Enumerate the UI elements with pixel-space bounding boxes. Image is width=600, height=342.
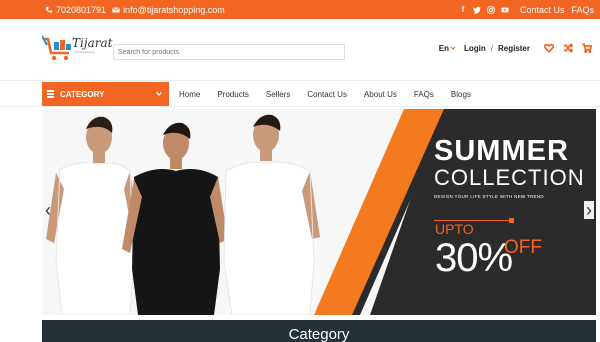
phone-number: 7020801791 xyxy=(56,4,107,15)
nav-blogs[interactable]: Blogs xyxy=(451,90,471,99)
email-address: info@tijaratshopping.com xyxy=(123,4,225,15)
header-icons xyxy=(544,43,592,53)
wishlist-heart-icon[interactable] xyxy=(544,43,554,53)
site-logo[interactable]: Tijarat Tijaratshopping xyxy=(41,33,112,67)
header-actions: En Login / Register xyxy=(439,43,592,53)
banner-title-collection: COLLECTION xyxy=(434,165,585,190)
youtube-icon[interactable] xyxy=(501,6,509,14)
category-label: CATEGORY xyxy=(60,89,105,99)
model-image-2 xyxy=(122,122,228,315)
nav-home[interactable]: Home xyxy=(179,90,200,99)
header: Tijarat Tijaratshopping En Login / Regis… xyxy=(0,19,600,81)
register-link[interactable]: Register xyxy=(498,44,530,53)
model-image-3 xyxy=(223,114,320,315)
banner-text: SUMMER COLLECTION DESIGN YOUR LIFE STYLE… xyxy=(434,135,585,280)
email-item[interactable]: info@tijaratshopping.com xyxy=(112,5,225,15)
nav-products[interactable]: Products xyxy=(217,90,249,99)
hero-banner[interactable]: ‹ › SUMMER COLLECTION DESIGN YOUR LIFE S… xyxy=(42,109,596,315)
banner-percent: 30% xyxy=(435,236,513,280)
twitter-icon[interactable] xyxy=(472,6,481,14)
banner-title-summer: SUMMER xyxy=(434,135,569,167)
auth-separator: / xyxy=(490,43,493,53)
topbar-faqs-link[interactable]: FAQs xyxy=(571,5,594,15)
compare-shuffle-icon[interactable] xyxy=(563,43,573,53)
cart-icon[interactable] xyxy=(582,43,592,53)
social-links: f xyxy=(459,5,509,14)
nav-links: Home Products Sellers Contact Us About U… xyxy=(179,81,488,107)
nav-faqs[interactable]: FAQs xyxy=(414,90,434,99)
facebook-icon[interactable]: f xyxy=(459,5,467,14)
logo-name: Tijarat xyxy=(72,36,113,50)
banner-next-arrow[interactable]: › xyxy=(584,201,594,219)
main-nav: CATEGORY Home Products Sellers Contact U… xyxy=(0,81,600,107)
login-link[interactable]: Login xyxy=(464,44,486,53)
category-section-header: Category xyxy=(42,320,596,342)
banner-upto: UPTO xyxy=(435,221,474,237)
menu-icon xyxy=(47,90,54,98)
language-selector[interactable]: En xyxy=(439,44,456,53)
topbar-right: f Contact Us FAQs xyxy=(459,0,594,19)
phone-icon xyxy=(45,6,53,13)
mail-icon xyxy=(112,6,120,12)
language-label: En xyxy=(438,43,449,53)
logo-tagline: Tijaratshopping xyxy=(74,50,95,54)
banner-prev-arrow[interactable]: ‹ xyxy=(45,201,51,219)
chevron-down-icon xyxy=(156,92,162,96)
banner-off: OFF xyxy=(504,237,542,258)
phone-item[interactable]: 7020801791 xyxy=(45,5,106,15)
search-input[interactable] xyxy=(113,44,345,60)
banner-tagline: DESIGN YOUR LIFE STYLE WITH NEW TREND xyxy=(434,194,544,199)
banner-divider-square xyxy=(509,218,514,223)
instagram-icon[interactable] xyxy=(487,5,495,14)
top-bar: 7020801791 info@tijaratshopping.com f Co… xyxy=(0,0,600,19)
chevron-down-icon xyxy=(450,46,456,50)
nav-contact-us[interactable]: Contact Us xyxy=(307,90,347,99)
nav-about-us[interactable]: About Us xyxy=(364,90,397,99)
category-section-title: Category xyxy=(288,326,350,342)
nav-sellers[interactable]: Sellers xyxy=(266,90,290,99)
category-dropdown[interactable]: CATEGORY xyxy=(42,82,169,106)
contact-info: 7020801791 info@tijaratshopping.com xyxy=(45,5,225,15)
topbar-contact-link[interactable]: Contact Us xyxy=(520,5,565,15)
